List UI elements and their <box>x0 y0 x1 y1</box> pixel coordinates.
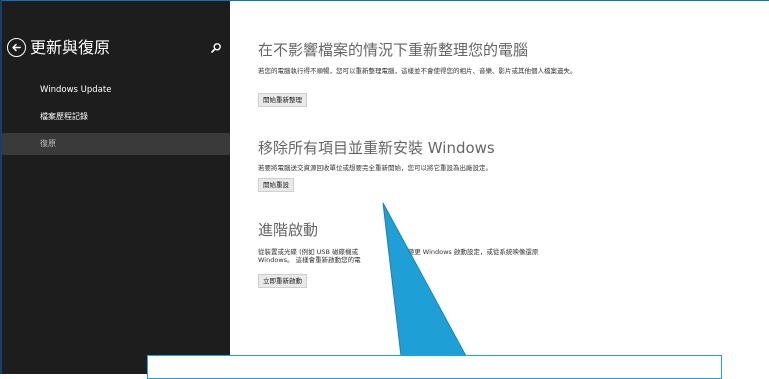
advanced-startup-description: 從裝置或光碟 (例如 USB 磁碟機或 啟動、變更 Windows 啟動設定，或… <box>258 248 638 264</box>
sidebar-item-recovery[interactable]: 復原 <box>2 133 230 155</box>
advanced-startup-title: 進階啟動 <box>258 221 319 239</box>
sidebar: 更新與復原 Windows Update 檔案歷程記錄 復原 <box>2 1 230 374</box>
sidebar-item-file-history[interactable]: 檔案歷程記錄 <box>2 106 230 128</box>
sidebar-header: 更新與復原 <box>7 37 227 61</box>
reset-section-title: 移除所有項目並重新安裝 Windows <box>258 139 495 157</box>
restart-now-button[interactable]: 立即重新啟動 <box>258 274 307 288</box>
reset-section-description: 若要將電腦送交資源回收單位或想要完全重新開始，您可以將它重設為出廠設定。 <box>258 164 492 172</box>
advanced-startup-desc-part3: Windows。 這樣會重新啟動您的電 <box>258 256 361 264</box>
search-icon[interactable] <box>210 42 222 54</box>
advanced-startup-desc-part2: 啟動、變更 Windows 啟動設定，或從系統映像還原 <box>388 248 539 256</box>
back-arrow-circle-icon[interactable] <box>7 38 26 57</box>
sidebar-title: 更新與復原 <box>30 38 111 57</box>
advanced-startup-desc-part1: 從裝置或光碟 (例如 USB 磁碟機或 <box>258 248 359 256</box>
start-reset-button[interactable]: 開始重設 <box>258 178 294 192</box>
main-content: 在不影響檔案的情況下重新整理您的電腦 若您的電腦執行得不順暢，您可以重新整理電腦… <box>258 0 758 374</box>
sidebar-item-windows-update[interactable]: Windows Update <box>2 79 230 101</box>
start-refresh-button[interactable]: 開始重新整理 <box>258 93 307 107</box>
callout-box <box>147 355 722 379</box>
refresh-section-title: 在不影響檔案的情況下重新整理您的電腦 <box>258 41 529 59</box>
refresh-section-description: 若您的電腦執行得不順暢，您可以重新整理電腦，這樣並不會使得您的相片、音樂、影片或… <box>258 67 577 75</box>
